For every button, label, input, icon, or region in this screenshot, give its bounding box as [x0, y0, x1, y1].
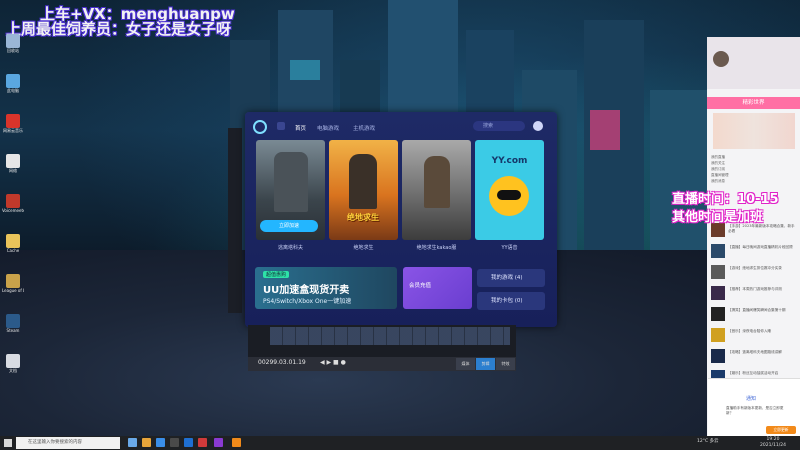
list-item[interactable]: 【搞笑】直播间爆笑瞬间合集第十期 [711, 307, 797, 324]
mascot-glasses [497, 190, 521, 200]
list-item[interactable]: 【游戏】绝地求生排位赛冲分实录 [711, 265, 797, 282]
app-icon[interactable] [214, 438, 223, 447]
panel-photo-strip[interactable] [713, 113, 795, 149]
panel-menu-list: 我的直播 我的关注 我的订阅 直播间管理 我的消息 [711, 155, 797, 185]
panel-menu-item[interactable]: 我的消息 [711, 179, 797, 185]
update-notification: 通知 直播助手有新版本更新，是否立即更新？ 立即更新 [708, 378, 800, 437]
member-recharge-banner[interactable]: 会员充值 [403, 267, 472, 309]
update-now-button[interactable]: 立即更新 [766, 426, 796, 434]
uu-launcher-window: 首页 电脑游戏 主机游戏 搜索 立即加速 绝地求生 YY.com 逃离塔科夫 绝… [245, 112, 557, 327]
panel-profile-header [707, 37, 800, 89]
soldier-art [274, 152, 308, 212]
desktop-icon-netease-music[interactable]: 网易云音乐 [2, 114, 24, 148]
editor-tabs: 媒体 剪辑 特效 [456, 358, 516, 370]
notification-title: 通知 [746, 396, 757, 402]
promo-tag: 超值惠购 [263, 271, 290, 278]
video-thumbnail [711, 328, 725, 342]
video-thumbnail [711, 265, 725, 279]
notification-body: 直播助手有新版本更新，是否立即更新？ [726, 406, 784, 415]
taskbar-clock[interactable]: 19:20 2021/11/24 [760, 437, 786, 449]
video-thumbnail [711, 286, 725, 300]
card-caption-pubg: 绝地求生 [353, 245, 374, 251]
app-icon[interactable] [198, 438, 207, 447]
stream-side-panel: 精彩世界 我的直播 我的关注 我的订阅 直播间管理 我的消息 【手游】2023年… [707, 37, 800, 436]
file-explorer-icon[interactable] [142, 438, 151, 447]
tab-media[interactable]: 媒体 [456, 358, 475, 370]
uu-box-promo-banner[interactable]: 超值惠购 UU加速盒现货开卖 PS4/Switch/Xbox One一键加速 [255, 267, 397, 309]
tab-edit[interactable]: 剪辑 [476, 358, 495, 370]
card-caption-pubg-kakao: 绝地求生kakao服 [416, 245, 457, 251]
card-caption-tarkov: 逃离塔科夫 [277, 245, 303, 251]
panel-pink-banner[interactable]: 精彩世界 [707, 97, 800, 109]
pubg-art [349, 154, 377, 209]
desktop-icon-cache[interactable]: Cache [2, 234, 24, 268]
video-thumbnail [711, 244, 725, 258]
my-games-button[interactable]: 我的游戏 (4) [477, 269, 545, 287]
list-item[interactable]: 【音乐】深夜电台陪你入睡 [711, 328, 797, 345]
clock-date: 2021/11/24 [760, 443, 786, 448]
search-input[interactable]: 搜索 [473, 121, 525, 131]
card-caption-yy: YY语音 [501, 245, 518, 251]
windows-start-icon[interactable] [4, 439, 12, 447]
desktop-icon-recycle-bin[interactable]: 回收站 [2, 34, 24, 68]
timecode-display: 00299.03.01.19 [258, 359, 306, 366]
desktop-icon-this-pc[interactable]: 此电脑 [2, 74, 24, 108]
member-recharge-label: 会员充值 [409, 283, 432, 289]
desktop-icon-steam[interactable]: Steam [2, 314, 24, 348]
obs-icon[interactable] [232, 438, 241, 447]
promo-subtitle: PS4/Switch/Xbox One一键加速 [263, 298, 352, 305]
video-thumbnail [711, 307, 725, 321]
tab-effects[interactable]: 特效 [496, 358, 515, 370]
video-thumbnail [711, 223, 725, 237]
launcher-header: 首页 电脑游戏 主机游戏 搜索 [245, 112, 557, 138]
desktop-icon-league[interactable]: League of Legends [2, 274, 24, 308]
tab-home[interactable]: 首页 [295, 124, 306, 132]
video-thumbnail [711, 349, 725, 363]
list-item[interactable]: 【推荐】本周热门游戏推荐与评测 [711, 286, 797, 303]
list-item[interactable]: 【直播】每日晚间游戏直播精彩片段回顾 [711, 244, 797, 261]
task-view-icon[interactable] [128, 438, 137, 447]
avatar[interactable] [533, 121, 543, 131]
app-icon[interactable] [184, 438, 193, 447]
list-item[interactable]: 【攻略】逃离塔科夫地图路线讲解 [711, 349, 797, 366]
promo-title: UU加速盒现货开卖 [263, 285, 350, 296]
stream-overlay-best-feeder: 上周最佳饲养员：女子还是女子呀 [6, 20, 232, 38]
game-card-pubg[interactable]: 绝地求生 [329, 140, 398, 240]
pubg-logo-text: 绝地求生 [347, 213, 379, 222]
desktop-icon-documents[interactable]: 文档 [2, 354, 24, 388]
tab-console-games[interactable]: 主机游戏 [353, 124, 375, 132]
game-card-tarkov[interactable]: 立即加速 [256, 140, 325, 240]
uu-logo-icon [253, 120, 267, 134]
weather-tray[interactable]: 12°C 多云 [697, 438, 719, 444]
stream-other-time-text: 其他时间是加班 [672, 210, 764, 225]
taskbar: 在这里输入你要搜索的内容 12°C 多云 19:20 2021/11/24 [0, 436, 800, 450]
tab-pc-games[interactable]: 电脑游戏 [317, 124, 339, 132]
desktop-icon-network[interactable]: 网络 [2, 154, 24, 188]
taskbar-search-input[interactable]: 在这里输入你要搜索的内容 [16, 437, 120, 449]
desktop-icon-voicemeeter[interactable]: Voicemeeter [2, 194, 24, 228]
desktop-icons: 回收站 此电脑 网易云音乐 网络 Voicemeeter Cache Leagu… [2, 34, 24, 394]
list-item[interactable]: 【手游】2023年最新版本攻略合集，新手必看 [711, 223, 797, 240]
yy-logo-text: YY.com [491, 156, 528, 166]
streamer-avatar[interactable] [713, 51, 729, 67]
timeline-clips[interactable] [270, 327, 510, 345]
game-card-yy[interactable]: YY.com [475, 140, 544, 240]
my-cards-button[interactable]: 我的卡包 (0) [477, 292, 545, 310]
play-controls-icon[interactable]: ◀ ▶ ■ ● [320, 359, 346, 366]
accelerate-button[interactable]: 立即加速 [260, 220, 318, 232]
edge-icon[interactable] [156, 438, 165, 447]
game-card-pubg-kakao[interactable] [402, 140, 471, 240]
app-icon[interactable] [170, 438, 179, 447]
stream-time-text: 直播时间：10-15 [672, 192, 779, 207]
editor-side-panel [228, 128, 242, 313]
kakao-art [424, 156, 450, 208]
back-arrow-icon[interactable] [277, 122, 285, 130]
